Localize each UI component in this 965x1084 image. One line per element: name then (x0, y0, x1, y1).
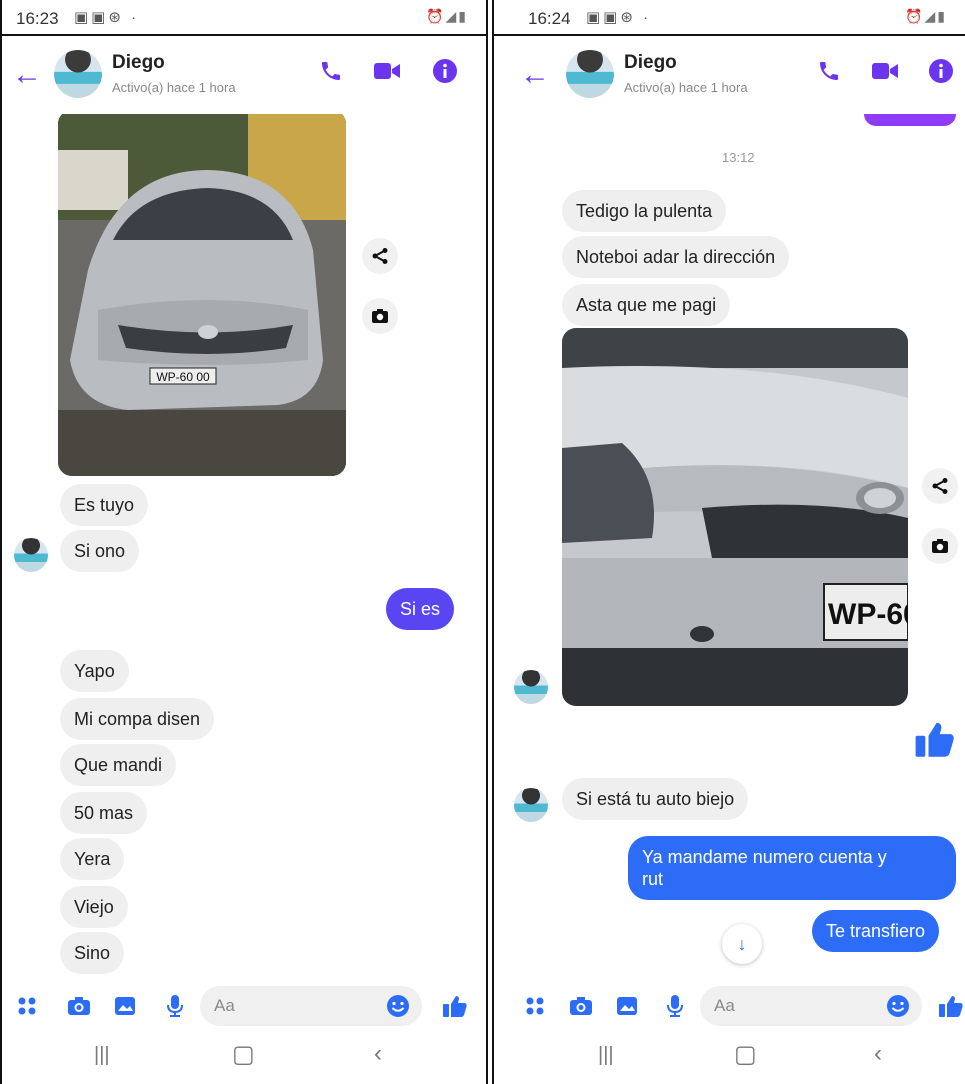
license-plate: WP-60 00 (156, 370, 210, 384)
image-icon[interactable] (110, 991, 140, 1021)
message-input-container (700, 986, 922, 1026)
message-bubble[interactable]: Sino (60, 932, 125, 974)
message-bubble[interactable]: Yapo (60, 650, 129, 692)
message-bubble[interactable]: Si está tu auto biejo (562, 778, 749, 820)
share-icon[interactable] (922, 468, 958, 504)
four-dots-icon[interactable] (12, 991, 42, 1021)
message-thread[interactable]: 13:12 Tedigo la pulenta Noteboi adar la … (494, 114, 965, 982)
four-dots-icon[interactable] (520, 991, 550, 1021)
left-screenshot: 16:23 ▣▣⊛ · ⏰◢▮ ← Diego Activo(a) hace 1… (0, 0, 488, 1084)
status-bar: 16:24 ▣▣⊛ · ⏰◢▮ (494, 0, 965, 36)
video-camera-icon[interactable] (370, 54, 404, 88)
message-bubble[interactable]: Viejo (60, 886, 128, 928)
recent-apps-icon[interactable]: ||| (94, 1044, 110, 1067)
message-bubble[interactable]: Si ono (60, 530, 140, 572)
thumbs-up-icon[interactable] (936, 991, 965, 1021)
microphone-icon[interactable] (660, 991, 690, 1021)
video-camera-icon[interactable] (868, 54, 902, 88)
info-icon[interactable] (428, 54, 462, 88)
message-bubble[interactable]: Es tuyo (60, 484, 149, 526)
notification-icons: ▣▣⊛ · (586, 9, 652, 26)
arrow-left-icon[interactable]: ← (520, 58, 550, 92)
info-icon[interactable] (924, 54, 958, 88)
right-screenshot: 16:24 ▣▣⊛ · ⏰◢▮ ← Diego Activo(a) hace 1… (492, 0, 965, 1084)
thumbs-up-icon[interactable] (914, 718, 956, 765)
message-bubble-outgoing[interactable]: Ya mandame numero cuenta y rut (628, 836, 956, 900)
message-bubble[interactable]: Mi compa disen (60, 698, 215, 740)
previous-message-edge (864, 114, 956, 126)
license-plate: WP-60 (828, 598, 908, 631)
message-bubble-outgoing[interactable]: Si es (386, 588, 455, 630)
signal-battery-icons: ⏰◢▮ (905, 8, 947, 24)
image-icon[interactable] (612, 991, 642, 1021)
message-composer (494, 982, 965, 1030)
avatar[interactable] (14, 538, 48, 572)
message-bubble[interactable]: Noteboi adar la dirección (562, 236, 790, 278)
status-time: 16:23 (16, 9, 59, 28)
contact-name[interactable]: Diego (112, 52, 165, 74)
back-icon[interactable]: ‹ (374, 1040, 382, 1068)
arrow-left-icon[interactable]: ← (12, 58, 42, 92)
android-navigation-bar: ||| ▢ ‹ (2, 1030, 486, 1084)
message-bubble[interactable]: Yera (60, 838, 125, 880)
message-bubble-outgoing[interactable]: Te transfiero (812, 910, 940, 952)
status-bar: 16:23 ▣▣⊛ · ⏰◢▮ (2, 0, 486, 36)
smiley-icon[interactable] (386, 994, 410, 1018)
car-photo-closeup[interactable]: WP-60 (562, 328, 908, 706)
message-bubble[interactable]: Que mandi (60, 744, 177, 786)
camera-icon[interactable] (64, 991, 94, 1021)
smiley-icon[interactable] (886, 994, 910, 1018)
home-icon[interactable]: ▢ (232, 1040, 255, 1069)
microphone-icon[interactable] (160, 991, 190, 1021)
timestamp: 13:12 (722, 150, 755, 165)
avatar[interactable] (566, 50, 614, 98)
android-navigation-bar: ||| ▢ ‹ (494, 1030, 965, 1084)
chat-header: ← Diego Activo(a) hace 1 hora (494, 38, 965, 114)
message-bubble[interactable]: Asta que me pagi (562, 284, 731, 326)
car-photo[interactable]: WP-60 00 (58, 114, 346, 476)
contact-status: Activo(a) hace 1 hora (112, 80, 236, 95)
message-bubble[interactable]: 50 mas (60, 792, 148, 834)
recent-apps-icon[interactable]: ||| (598, 1044, 614, 1067)
share-icon[interactable] (362, 238, 398, 274)
message-line: Ya mandame numero cuenta y (642, 847, 887, 867)
phone-icon[interactable] (812, 54, 846, 88)
status-time: 16:24 (528, 9, 571, 28)
camera-icon[interactable] (566, 991, 596, 1021)
camera-icon[interactable] (922, 528, 958, 564)
signal-battery-icons: ⏰◢▮ (426, 8, 468, 24)
message-bubble[interactable]: Tedigo la pulenta (562, 190, 727, 232)
avatar[interactable] (514, 788, 548, 822)
back-icon[interactable]: ‹ (874, 1040, 882, 1068)
message-input-container (200, 986, 422, 1026)
message-thread[interactable]: WP-60 00 Es tuyo Si ono Si es Yapo Mi co… (2, 114, 486, 982)
phone-icon[interactable] (314, 54, 348, 88)
camera-icon[interactable] (362, 298, 398, 334)
scroll-down-button[interactable]: ↓ (722, 924, 762, 964)
home-icon[interactable]: ▢ (734, 1040, 757, 1069)
message-line: rut (642, 869, 664, 889)
notification-icons: ▣▣⊛ · (74, 9, 140, 26)
chat-header: ← Diego Activo(a) hace 1 hora (2, 38, 486, 114)
avatar[interactable] (514, 670, 548, 704)
contact-status: Activo(a) hace 1 hora (624, 80, 748, 95)
contact-name[interactable]: Diego (624, 52, 677, 74)
avatar[interactable] (54, 50, 102, 98)
thumbs-up-icon[interactable] (440, 991, 470, 1021)
message-composer (2, 982, 486, 1030)
